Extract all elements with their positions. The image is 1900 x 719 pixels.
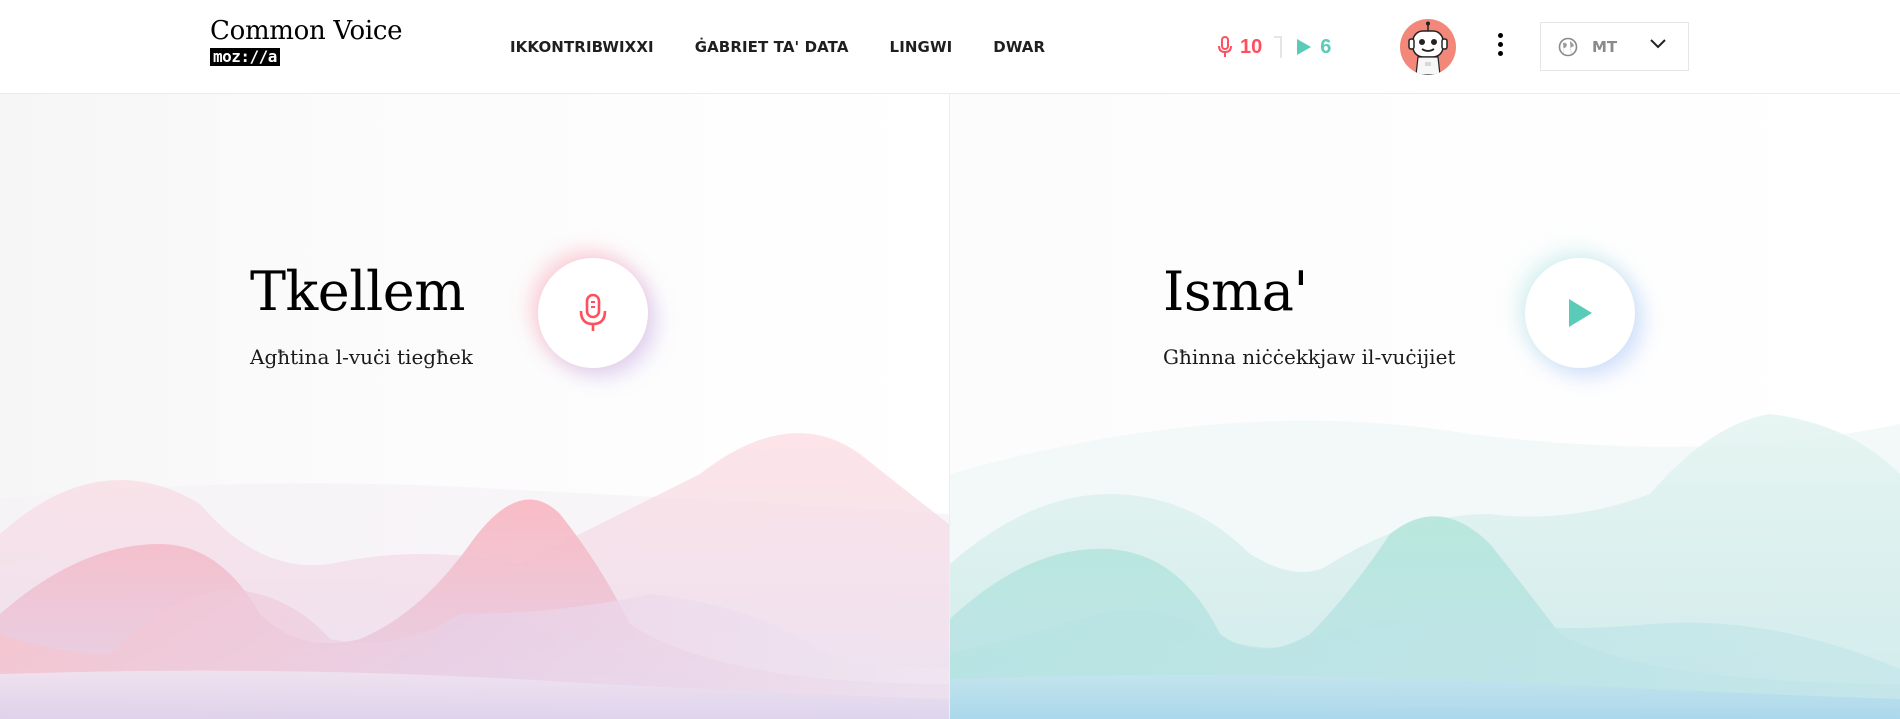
microphone-icon — [579, 293, 607, 331]
microphone-icon — [1218, 36, 1232, 57]
chevron-down-icon — [1650, 39, 1666, 49]
nav-about[interactable]: DWAR — [993, 38, 1045, 56]
nav-datasets[interactable]: ĠABRIET TA' DATA — [695, 38, 849, 56]
listen-waves-decoration — [950, 414, 1900, 719]
language-code: MT — [1592, 37, 1618, 56]
nav-languages[interactable]: LINGWI — [890, 38, 953, 56]
play-icon — [1297, 39, 1312, 55]
listen-title: Isma' — [1163, 260, 1308, 323]
kebab-dot — [1497, 42, 1503, 47]
play-icon — [1569, 299, 1592, 327]
recorded-stat[interactable]: 10 — [1218, 36, 1262, 59]
nav-contribute[interactable]: IKKONTRIBWIXXI — [510, 38, 654, 56]
speak-subtitle: Agħtina l-vuċi tiegħek — [250, 345, 473, 369]
site-header: Common Voice moz://a IKKONTRIBWIXXI ĠABR… — [0, 0, 1900, 94]
main-nav: IKKONTRIBWIXXI ĠABRIET TA' DATA LINGWI D… — [510, 0, 1086, 94]
contribution-stats: 10 6 — [1218, 33, 1331, 61]
robot-avatar-icon — [1408, 21, 1448, 75]
more-menu-button[interactable] — [1492, 30, 1508, 64]
stats-divider — [1274, 36, 1283, 58]
validated-count: 6 — [1320, 35, 1332, 58]
language-selector[interactable]: MT — [1540, 22, 1689, 71]
kebab-dot — [1497, 51, 1503, 56]
logo-title: Common Voice — [210, 16, 403, 46]
speak-panel: Tkellem Agħtina l-vuċi tiegħek — [0, 94, 949, 719]
listen-button[interactable] — [1525, 258, 1635, 368]
user-avatar[interactable] — [1400, 19, 1456, 75]
listen-subtitle: Għinna niċċekkjaw il-vuċijiet — [1163, 345, 1456, 369]
logo[interactable]: Common Voice moz://a — [210, 16, 403, 66]
speak-title: Tkellem — [250, 260, 465, 323]
speak-waves-decoration — [0, 433, 949, 719]
recorded-count: 10 — [1240, 35, 1263, 58]
listen-panel: Isma' Għinna niċċekkjaw il-vuċijiet — [950, 94, 1900, 719]
globe-icon — [1558, 37, 1578, 56]
kebab-menu-icon — [1497, 33, 1503, 38]
speak-button[interactable] — [538, 258, 648, 368]
validated-stat[interactable]: 6 — [1296, 36, 1331, 59]
mozilla-badge: moz://a — [210, 48, 280, 66]
